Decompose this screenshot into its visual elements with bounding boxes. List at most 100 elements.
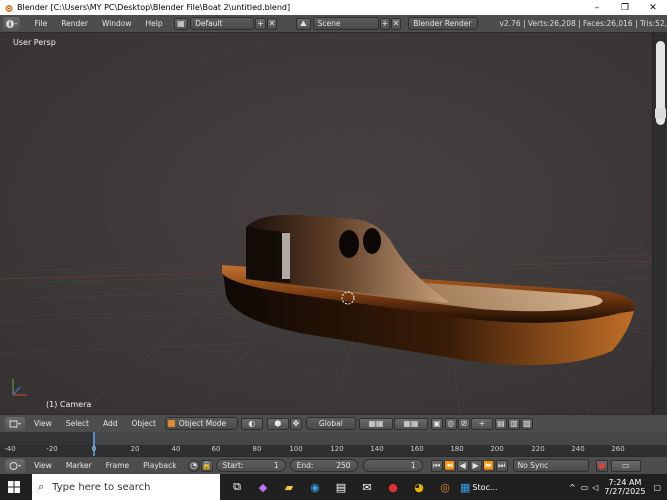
pivot-point-icon[interactable]: ⬢ (266, 417, 289, 430)
microsoft-store-icon[interactable]: ▤ (330, 477, 352, 497)
volume-icon[interactable]: ◁ (592, 483, 598, 492)
3d-view-header: View Select Add Object Object Mode ◐ ⬢ ✥… (0, 414, 667, 432)
opengl-anim-icon[interactable]: ▥ (507, 417, 520, 430)
file-explorer-icon[interactable]: ▰ (278, 477, 300, 497)
stocks-icon[interactable]: ▦ (460, 477, 470, 497)
start-frame-label: Start: (222, 461, 244, 470)
auto-keying-icon[interactable]: ● (595, 459, 608, 472)
3d-viewport[interactable]: User Persp (1) Camera (0, 33, 652, 414)
menu-add[interactable]: Add (96, 419, 125, 428)
porthole-left (339, 230, 359, 258)
timeline-tick: -20 (46, 445, 58, 453)
windows-start-icon[interactable] (8, 481, 20, 493)
keying-set-icon[interactable]: ▭ (610, 459, 641, 472)
next-keyframe-icon[interactable]: ⏩ (482, 459, 495, 472)
porthole-right (363, 228, 381, 254)
panel-toggle-icon[interactable] (655, 108, 666, 119)
timeline-tick: 100 (289, 445, 303, 453)
task-view-icon[interactable]: ⧉ (226, 477, 248, 497)
minimize-button[interactable]: – (583, 0, 611, 15)
delete-scene-button[interactable]: ✕ (390, 17, 402, 30)
timeline-tick: 60 (211, 445, 221, 453)
network-icon[interactable]: ▭ (581, 483, 589, 492)
menu-frame[interactable]: Frame (99, 461, 136, 470)
viewport-side-strip[interactable] (652, 33, 667, 414)
lock-range-icon[interactable]: 🔒 (200, 459, 213, 472)
app-red-icon[interactable]: ● (382, 477, 404, 497)
clock-time: 7:24 AM (608, 478, 642, 487)
menu-help[interactable]: Help (139, 19, 170, 28)
prev-keyframe-icon[interactable]: ⏪ (443, 459, 456, 472)
transform-orientation-selector[interactable]: Global (305, 417, 356, 430)
jump-end-icon[interactable]: ⏭ (495, 459, 508, 472)
snap-element-icon[interactable]: + (470, 417, 493, 430)
menu-view[interactable]: View (27, 419, 59, 428)
end-frame-value: 250 (336, 461, 351, 470)
view-label: User Persp (13, 38, 56, 47)
edge-browser-icon[interactable]: ◉ (304, 477, 326, 497)
info-header: File Render Window Help ▦ Default + ✕ ⛰ … (0, 15, 667, 33)
start-frame-field[interactable]: Start: 1 (215, 459, 286, 472)
copilot-icon[interactable]: ◆ (252, 477, 274, 497)
end-frame-field[interactable]: End: 250 (289, 459, 358, 472)
snap-icon[interactable]: ⊘ (457, 417, 470, 430)
close-button[interactable]: ✕ (639, 0, 667, 15)
play-reverse-icon[interactable]: ◀ (456, 459, 469, 472)
editor-type-info-icon[interactable] (3, 16, 20, 31)
menu-window[interactable]: Window (95, 19, 139, 28)
render-engine-selector[interactable]: Blender Render (408, 17, 479, 30)
layers-grid-icon[interactable]: ▦▦ (358, 417, 393, 430)
scene-icon[interactable]: ⛰ (296, 17, 311, 30)
current-frame-field[interactable]: 1 (362, 459, 423, 472)
snap-target-icon[interactable]: ▧ (520, 417, 533, 430)
layout-selector[interactable]: Default (190, 17, 255, 30)
menu-marker[interactable]: Marker (59, 461, 99, 470)
taskbar-search-box[interactable]: ⌕ Type here to search (32, 474, 220, 500)
manipulator-icon[interactable]: ✥ (289, 417, 302, 430)
maximize-button[interactable]: ❐ (611, 0, 639, 15)
editor-type-3d-view-icon[interactable] (5, 416, 25, 431)
timeline-tick: 260 (611, 445, 625, 453)
mail-icon[interactable]: ✉ (356, 477, 378, 497)
viewport-shading-icon[interactable]: ◐ (240, 417, 263, 430)
stocks-label[interactable]: Stoc... (472, 483, 497, 492)
add-scene-button[interactable]: + (379, 17, 390, 30)
jump-start-icon[interactable]: ⏮ (430, 459, 443, 472)
timeline[interactable]: -40 -20 0 20 40 60 80 100 120 140 160 18… (0, 432, 667, 456)
timeline-tick: 140 (370, 445, 384, 453)
timeline-tick: 20 (130, 445, 140, 453)
timeline-tick: 40 (171, 445, 181, 453)
window-titlebar: Blender [C:\Users\MY PC\Desktop\Blender … (0, 0, 667, 15)
timeline-tick: 200 (490, 445, 504, 453)
search-placeholder: Type here to search (52, 481, 151, 493)
proportional-edit-icon[interactable]: ◎ (444, 417, 457, 430)
render-layer-icon[interactable]: ▣ (430, 417, 443, 430)
clock[interactable]: 7:24 AM 7/27/2025 (604, 478, 645, 496)
blender-taskbar-icon[interactable]: ◎ (434, 477, 456, 497)
menu-select[interactable]: Select (59, 419, 96, 428)
timeline-tick: 80 (252, 445, 262, 453)
menu-playback[interactable]: Playback (136, 461, 183, 470)
play-icon[interactable]: ▶ (469, 459, 482, 472)
end-frame-label: End: (296, 461, 314, 470)
scene-selector[interactable]: Scene (312, 17, 379, 30)
opengl-render-icon[interactable]: ▤ (494, 417, 507, 430)
add-layout-button[interactable]: + (255, 17, 266, 30)
menu-object[interactable]: Object (124, 419, 162, 428)
layers-grid-icon-2[interactable]: ▦▦ (393, 417, 428, 430)
timeline-frame-range (93, 432, 667, 445)
editor-type-timeline-icon[interactable] (5, 458, 25, 473)
menu-file[interactable]: File (28, 19, 55, 28)
menu-render[interactable]: Render (54, 19, 95, 28)
chrome-icon[interactable]: ◕ (408, 477, 430, 497)
interaction-mode-selector[interactable]: Object Mode (164, 417, 238, 430)
screen-layout-grid-icon[interactable]: ▦ (173, 17, 189, 30)
interaction-mode-label: Object Mode (178, 419, 227, 428)
current-frame-value: 1 (410, 461, 416, 470)
menu-timeline-view[interactable]: View (27, 461, 59, 470)
preview-range-icon[interactable]: ◔ (187, 459, 200, 472)
tray-overflow-icon[interactable]: ^ (569, 483, 576, 492)
notifications-icon[interactable]: ▢ (653, 483, 661, 492)
delete-layout-button[interactable]: ✕ (266, 17, 278, 30)
sync-mode-selector[interactable]: No Sync (512, 459, 589, 472)
